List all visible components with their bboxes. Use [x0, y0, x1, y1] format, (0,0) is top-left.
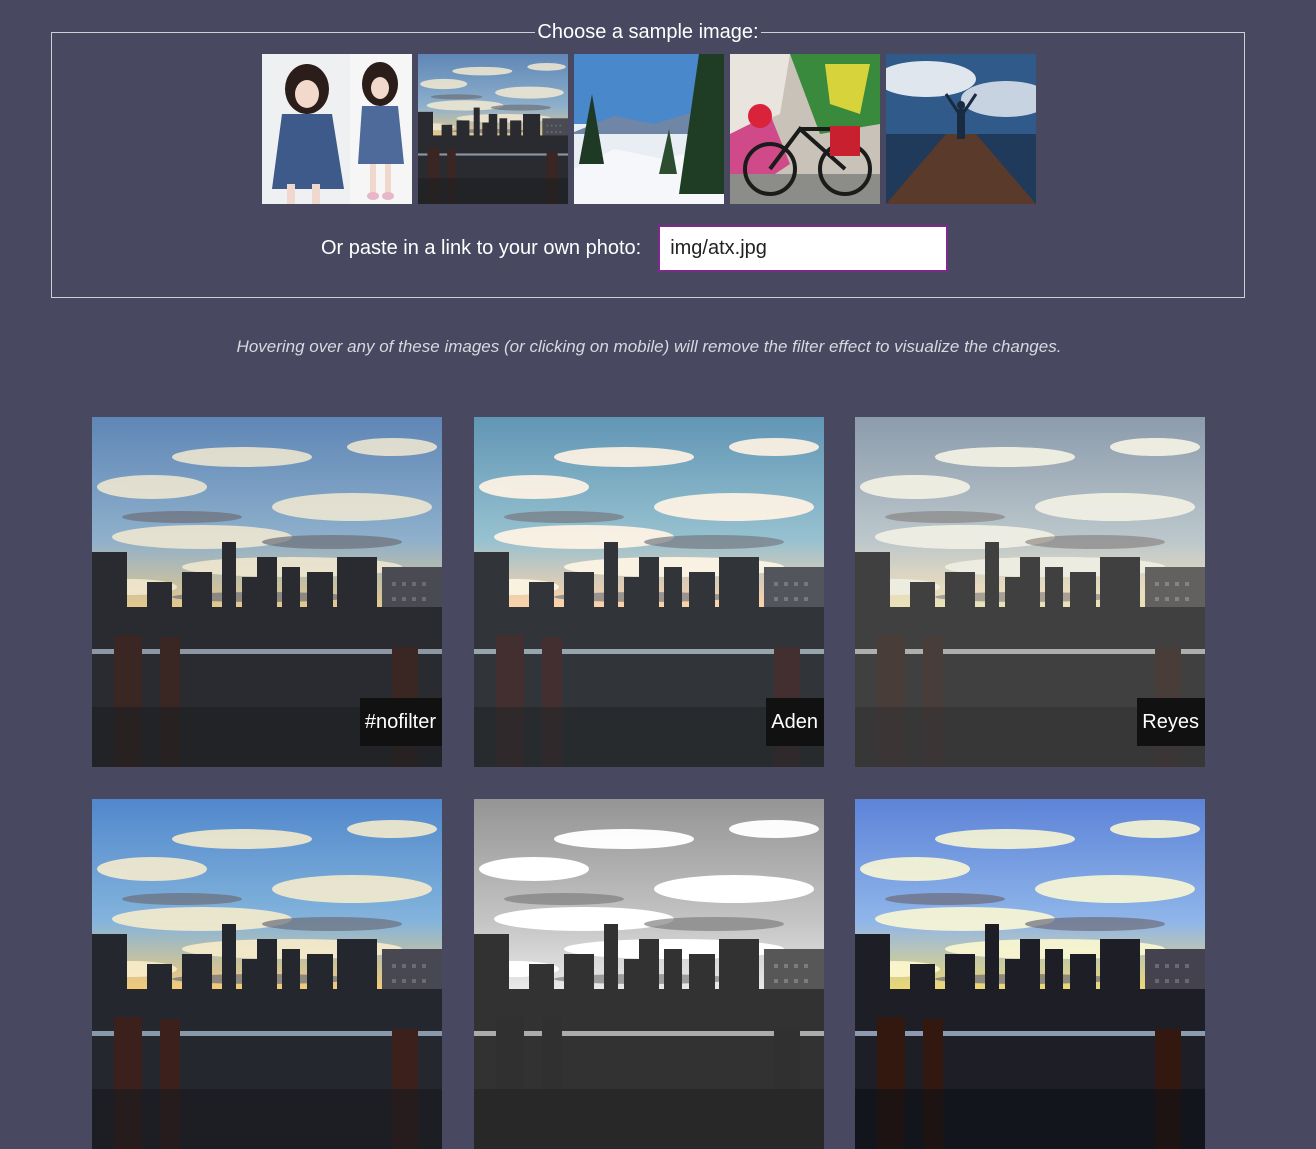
sample-thumb-pier[interactable] — [886, 54, 1036, 204]
link-row: Or paste in a link to your own photo: — [321, 225, 949, 272]
filter-card-nofilter[interactable]: #nofilter — [92, 417, 442, 767]
image-url-input[interactable] — [658, 225, 949, 272]
photo-city-skyline-sunset-icon — [418, 54, 568, 204]
photo-cosplay-girls-icon — [262, 54, 412, 204]
filter-card-reyes[interactable]: Reyes — [855, 417, 1205, 767]
filter-label: #nofilter — [359, 698, 442, 746]
filter-label: Aden — [766, 698, 824, 746]
filtered-photo — [855, 799, 1205, 1149]
filter-card-6[interactable] — [855, 799, 1205, 1149]
sample-thumb-skyline[interactable] — [418, 54, 568, 204]
sample-thumb-cosplay[interactable] — [262, 54, 412, 204]
sample-thumb-snow[interactable] — [574, 54, 724, 204]
photo-snowy-mountain-icon — [574, 54, 724, 204]
hover-hint: Hovering over any of these images (or cl… — [236, 337, 1062, 356]
filter-card-aden[interactable]: Aden — [474, 417, 824, 767]
filter-label: Reyes — [1137, 698, 1205, 746]
sample-thumb-bicycle[interactable] — [730, 54, 880, 204]
filtered-photo — [92, 799, 442, 1149]
filter-card-4[interactable] — [92, 799, 442, 1149]
sample-thumbnails — [262, 54, 1036, 204]
photo-bicycle-graffiti-icon — [730, 54, 880, 204]
chooser-legend: Choose a sample image: — [537, 21, 759, 43]
filtered-photo — [474, 799, 824, 1149]
photo-person-on-pier-icon — [886, 54, 1036, 204]
link-label: Or paste in a link to your own photo: — [321, 237, 642, 259]
filter-card-5[interactable] — [474, 799, 824, 1149]
